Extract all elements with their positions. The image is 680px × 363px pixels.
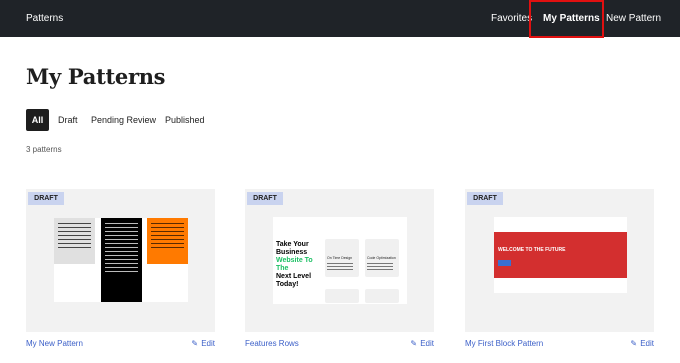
edit-link[interactable]: ✎ Edit (409, 339, 434, 348)
pencil-icon: ✎ (410, 339, 418, 348)
nav-new-pattern[interactable]: New Pattern (606, 13, 661, 24)
pattern-thumbnail (54, 218, 188, 302)
edit-link[interactable]: ✎ Edit (190, 339, 215, 348)
pattern-card: DRAFT My New Pattern ✎ Edit (26, 189, 215, 348)
brand-link[interactable]: Patterns (26, 13, 63, 24)
status-badge: DRAFT (247, 192, 283, 205)
thumbnail-banner: WELCOME TO THE FUTURE (494, 232, 627, 278)
card-footer: My First Block Pattern ✎ Edit (465, 339, 654, 351)
pattern-preview[interactable]: DRAFT WELCOME TO THE FUTURE (465, 189, 654, 332)
pattern-preview[interactable]: DRAFT Take Your Business Website To The … (245, 189, 434, 332)
pattern-name-link[interactable]: My New Pattern (26, 339, 83, 348)
pattern-count: 3 patterns (26, 145, 62, 154)
pattern-thumbnail: Take Your Business Website To The Next L… (273, 217, 407, 304)
thumbnail-column (147, 218, 188, 264)
pencil-icon: ✎ (191, 339, 199, 348)
thumbnail-heading: WELCOME TO THE FUTURE (498, 247, 566, 253)
edit-label: Edit (201, 339, 215, 348)
tab-all[interactable]: All (26, 109, 49, 131)
tab-published[interactable]: Published (165, 109, 205, 131)
page-title: My Patterns (26, 64, 166, 89)
pattern-card: DRAFT WELCOME TO THE FUTURE My First Blo… (465, 189, 654, 348)
tab-pending-review[interactable]: Pending Review (91, 109, 156, 131)
pattern-thumbnail: WELCOME TO THE FUTURE (494, 217, 627, 293)
edit-label: Edit (640, 339, 654, 348)
thumbnail-feature-box: On Time Design (325, 239, 359, 277)
thumbnail-column (54, 218, 95, 264)
status-badge: DRAFT (28, 192, 64, 205)
nav-highlight-box (529, 0, 604, 38)
card-footer: Features Rows ✎ Edit (245, 339, 434, 351)
thumbnail-heading: Take Your Business Website To The Next L… (276, 241, 313, 288)
pattern-name-link[interactable]: My First Block Pattern (465, 339, 543, 348)
pattern-preview[interactable]: DRAFT (26, 189, 215, 332)
thumbnail-button (498, 260, 511, 266)
edit-link[interactable]: ✎ Edit (629, 339, 654, 348)
card-footer: My New Pattern ✎ Edit (26, 339, 215, 351)
tab-draft[interactable]: Draft (58, 109, 78, 131)
thumbnail-feature-box (325, 289, 359, 303)
nav-favorites[interactable]: Favorites (491, 13, 532, 24)
pencil-icon: ✎ (630, 339, 638, 348)
pattern-card: DRAFT Take Your Business Website To The … (245, 189, 434, 348)
thumbnail-feature-box (365, 289, 399, 303)
thumbnail-feature-box: Code Optimization (365, 239, 399, 277)
status-badge: DRAFT (467, 192, 503, 205)
thumbnail-column (101, 218, 142, 302)
edit-label: Edit (420, 339, 434, 348)
pattern-name-link[interactable]: Features Rows (245, 339, 299, 348)
